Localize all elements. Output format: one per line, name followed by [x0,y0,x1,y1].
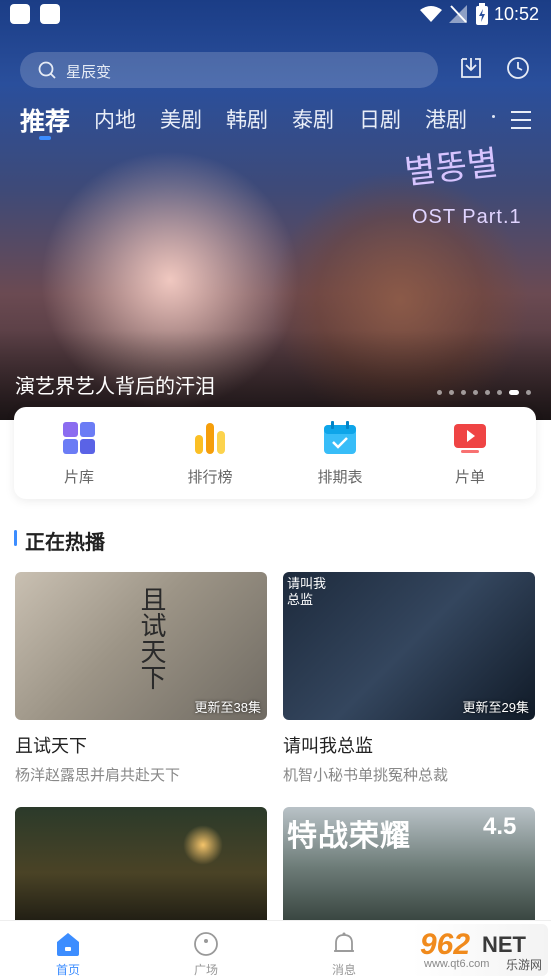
episode-badge: 更新至29集 [462,700,529,715]
nav-messages[interactable]: 消息 [304,921,384,980]
quick-link-label: 片单 [454,469,485,486]
section-title: 正在热播 [25,532,105,554]
show-poster [15,807,267,920]
show-subtitle: 杨洋赵露思并肩共赴天下 [15,767,181,784]
banner-caption: 演艺界艺人背后的汗泪 [15,376,215,398]
quick-link-library[interactable]: 片库 [19,407,139,499]
watermark-site-cn: 乐游网 [506,958,543,972]
poster-title-art: 请叫我总监 [287,576,327,607]
playlist-icon [454,424,486,453]
tab-korea[interactable]: 韩剧 [226,104,268,134]
signal-icon [449,5,467,23]
square-icon [194,932,218,956]
show-card[interactable]: 且试天下 更新至38集 且试天下 杨洋赵露思并肩共赴天下 [15,572,267,787]
quick-link-label: 排期表 [317,469,363,486]
tab-us[interactable]: 美剧 [160,104,202,134]
show-card[interactable] [15,807,267,920]
wifi-icon [420,6,442,22]
watermark-url: www.qt6.com [424,958,490,970]
quick-link-ranking[interactable]: 排行榜 [150,407,270,499]
poster-title-art: 且试天下 [136,586,166,690]
quick-link-label: 排行榜 [187,469,233,486]
show-card[interactable]: 特战荣耀 4.5 [283,807,535,920]
quick-link-label: 片库 [63,469,94,486]
site-watermark: 962 NET www.qt6.com 乐游网 [412,924,548,976]
search-placeholder: 星辰变 [66,64,112,81]
show-poster: 请叫我总监 更新至29集 [283,572,535,720]
banner-subtitle: OST Part.1 [412,206,522,228]
episode-badge: 更新至38集 [194,700,261,715]
show-poster: 且试天下 更新至38集 [15,572,267,720]
tab-mainland[interactable]: 内地 [94,104,136,134]
show-card[interactable]: 请叫我总监 更新至29集 请叫我总监 机智小秘书单挑冤种总裁 [283,572,535,787]
banner-poster-title: 별똥별 OST Part.1 [403,140,521,228]
download-icon[interactable] [459,56,483,80]
calendar-icon [324,421,356,454]
pagination-dot [509,390,519,396]
battery-icon [476,3,488,25]
nav-home[interactable]: 首页 [28,921,108,980]
clock: 10:52 [493,4,539,24]
section-accent-bar [14,530,17,546]
banner-pagination [437,384,538,396]
watermark-net: NET [482,932,526,957]
notification-icon [10,4,30,24]
poster-date-art: 4.5 [483,813,517,840]
watermark-brand: 962 [420,928,471,961]
nav-label: 消息 [331,963,356,977]
quick-link-playlist[interactable]: 片单 [410,407,530,499]
tab-japan[interactable]: 日剧 [359,104,401,134]
ranking-icon [195,423,225,454]
poster-title-art: 特战荣耀 [287,820,411,853]
search-bar[interactable]: 星辰变 [20,52,438,88]
nav-label: 首页 [55,963,80,977]
quick-links: 片库 排行榜 排期表 片单 [14,407,536,499]
tab-thailand[interactable]: 泰剧 [292,104,334,134]
menu-icon[interactable] [510,110,532,130]
active-tab-indicator [39,136,51,140]
library-icon [63,422,95,454]
poster-lamp [183,825,223,865]
tab-recommend[interactable]: 推荐 [20,102,70,138]
search-icon [38,61,56,79]
notification-icon [40,4,60,24]
history-icon[interactable] [506,56,530,80]
show-title: 且试天下 [15,736,87,756]
show-title: 请叫我总监 [283,736,373,756]
quick-link-schedule[interactable]: 排期表 [280,407,400,499]
tab-hongkong[interactable]: 港剧 [425,104,467,134]
nav-square[interactable]: 广场 [166,921,246,980]
bell-icon [334,932,354,952]
tab-overflow-dot [492,115,495,118]
status-bar: 10:52 [0,0,551,30]
banner-korean-title: 별똥별 [402,143,501,193]
show-poster: 特战荣耀 4.5 [283,807,535,920]
home-icon [57,933,79,956]
show-subtitle: 机智小秘书单挑冤种总裁 [283,767,449,784]
nav-label: 广场 [193,963,218,977]
